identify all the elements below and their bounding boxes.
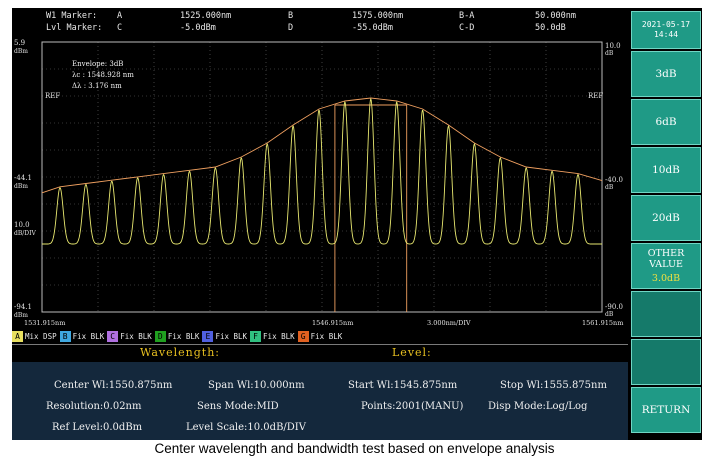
x-div-label: 3.000nm/DIV	[427, 319, 471, 327]
softkey-panel: 2021-05-17 14:44 3dB 6dB 10dB 20dB OTHER…	[630, 8, 702, 440]
w1-marker-label: W1 Marker:	[46, 11, 98, 21]
trace-mode: Fix BLK	[120, 331, 152, 341]
points: Points:2001(MANU)	[361, 401, 464, 412]
lvl-marker-label: Lvl Marker:	[46, 23, 103, 33]
y-left-mid-unit: dBm	[14, 183, 28, 190]
y-left-bottom: -94.1	[14, 303, 32, 311]
spectrum-plot[interactable]: 5.9 dBm -44.1 dBm 10.0 dB/DIV -94.1 dBm …	[12, 36, 628, 338]
marker-b-value: 1575.000nm	[352, 11, 404, 21]
trace-mode: Fix BLK	[310, 331, 343, 341]
trace-letter: G	[297, 330, 309, 342]
trace-mode: Fix BLK	[167, 331, 200, 341]
y-right-mid-unit: dB	[605, 184, 614, 191]
trace-letter: A	[12, 330, 23, 342]
date-time: 2021-05-17 14:44	[631, 11, 701, 49]
trace-letter: F	[250, 330, 262, 342]
y-left-scale: 10.0	[14, 221, 30, 229]
softkey-6db[interactable]: 6dB	[631, 99, 701, 145]
sens-mode: Sens Mode:MID	[197, 401, 279, 412]
marker-cd-value: 50.0dB	[535, 23, 566, 33]
softkey-20db[interactable]: 20dB	[631, 195, 701, 241]
marker-a-name: A	[117, 11, 123, 21]
softkey-other-value[interactable]: OTHER VALUE 3.0dB	[631, 243, 701, 289]
softkey-20db-label: 20dB	[652, 212, 680, 224]
center-wavelength: Center Wl:1550.875nm	[54, 380, 173, 391]
wavelength-input-label[interactable]: Wavelength:	[140, 346, 220, 359]
trace-letter: D	[154, 330, 166, 342]
time: 14:44	[653, 30, 679, 39]
y-left-top: 5.9	[14, 39, 25, 47]
softkey-return-label: RETURN	[641, 404, 691, 416]
plot-grid	[42, 42, 602, 312]
softkey-3db-label: 3dB	[655, 68, 677, 80]
y-left-mid: -44.1	[14, 174, 32, 182]
trace-letter: B	[59, 330, 71, 342]
marker-b-name: B	[288, 11, 294, 21]
trace-tab-a[interactable]: A Mix DSP	[12, 330, 57, 342]
softkey-10db-label: 10dB	[652, 164, 680, 176]
softkey-blank-1[interactable]	[631, 291, 701, 337]
ref-right-label: REF	[588, 92, 603, 100]
level-input-label[interactable]: Level:	[392, 346, 432, 359]
marker-cd-name: C-D	[459, 23, 475, 33]
trace-letter: C	[107, 330, 119, 342]
date: 2021-05-17	[641, 20, 691, 29]
ref-level: Ref Level:0.0dBm	[52, 422, 143, 433]
x-left-label: 1531.915nm	[24, 319, 65, 327]
trace-mode: Mix DSP	[25, 331, 57, 341]
softkey-blank-2[interactable]	[631, 339, 701, 385]
marker-header: W1 Marker: Lvl Marker: A 1525.000nm B 15…	[12, 8, 628, 36]
trace-tab-c[interactable]: C Fix BLK	[107, 330, 152, 342]
y-right-bottom: -90.0	[605, 303, 623, 311]
ref-left-label: REF	[45, 92, 60, 100]
input-bar: Wavelength: Level:	[12, 344, 628, 363]
trace-tabs: A Mix DSP B Fix BLK C Fix BLK D Fix BLK E Fix BLK…	[12, 330, 628, 342]
x-center-label: 1546.915nm	[312, 319, 353, 327]
envelope-annotation: Envelope: 3dB	[72, 60, 123, 68]
softkey-6db-label: 6dB	[655, 116, 677, 128]
marker-d-value: -55.0dBm	[352, 23, 393, 33]
y-right-bottom-unit: dB	[605, 311, 614, 318]
osa-screen: W1 Marker: Lvl Marker: A 1525.000nm B 15…	[12, 8, 702, 440]
stop-wavelength: Stop Wl:1555.875nm	[500, 380, 607, 391]
y-right-top-unit: dB	[605, 50, 614, 57]
span-wavelength: Span Wl:10.000nm	[208, 380, 305, 391]
other-value-label: OTHER VALUE	[647, 248, 685, 270]
settings-status: Center Wl:1550.875nm Span Wl:10.000nm St…	[12, 362, 628, 440]
center-wavelength-annotation: λc : 1548.928 nm	[72, 71, 134, 79]
softkey-return[interactable]: RETURN	[631, 387, 701, 433]
softkey-3db[interactable]: 3dB	[631, 51, 701, 97]
bandwidth-annotation: Δλ : 3.176 nm	[72, 82, 122, 90]
marker-c-name: C	[117, 23, 123, 33]
y-right-mid: -40.0	[605, 176, 623, 184]
marker-a-value: 1525.000nm	[180, 11, 232, 21]
marker-d-name: D	[288, 23, 294, 33]
softkey-10db[interactable]: 10dB	[631, 147, 701, 193]
level-scale: Level Scale:10.0dB/DIV	[186, 422, 306, 433]
other-value-readout: 3.0dB	[651, 273, 681, 284]
start-wavelength: Start Wl:1545.875nm	[348, 380, 458, 391]
resolution: Resolution:0.02nm	[46, 401, 142, 412]
trace-tab-e[interactable]: E Fix BLK	[202, 330, 248, 342]
y-left-bottom-unit: dBm	[14, 312, 28, 319]
figure-caption: Center wavelength and bandwidth test bas…	[154, 441, 555, 456]
marker-c-value: -5.0dBm	[180, 23, 216, 33]
y-left-top-unit: dBm	[14, 48, 28, 55]
trace-tab-g[interactable]: G Fix BLK	[297, 330, 343, 342]
y-right-top: 10.0	[605, 42, 621, 50]
trace-mode: Fix BLK	[215, 331, 248, 341]
trace-tab-d[interactable]: D Fix BLK	[154, 330, 200, 342]
trace-mode: Fix BLK	[72, 331, 105, 341]
marker-ba-value: 50.000nm	[535, 11, 576, 21]
trace-letter: E	[202, 330, 214, 342]
x-right-label: 1561.915nm	[582, 319, 623, 327]
marker-ba-name: B-A	[459, 11, 475, 21]
trace-tab-f[interactable]: F Fix BLK	[250, 330, 295, 342]
trace-tab-b[interactable]: B Fix BLK	[59, 330, 105, 342]
y-left-scale-unit: dB/DIV	[14, 230, 36, 237]
disp-mode: Disp Mode:Log/Log	[488, 401, 588, 412]
trace-mode: Fix BLK	[263, 331, 295, 341]
